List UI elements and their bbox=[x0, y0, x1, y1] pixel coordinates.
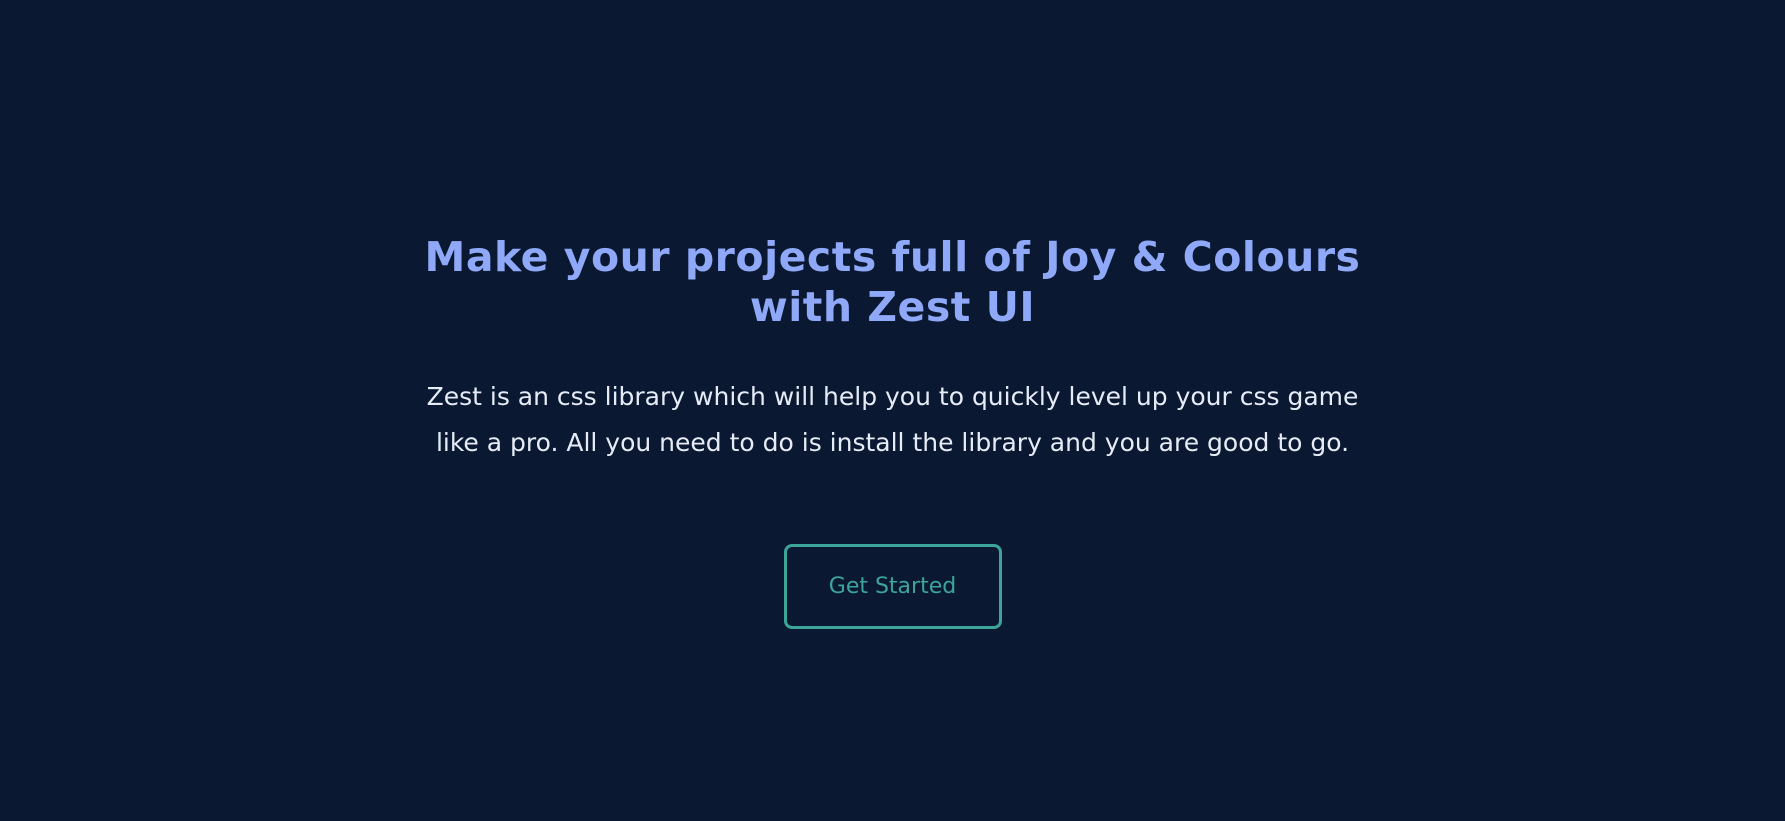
hero-description: Zest is an css library which will help y… bbox=[426, 382, 1359, 457]
hero-title: Make your projects full of Joy & Colours… bbox=[424, 233, 1361, 331]
get-started-button[interactable]: Get Started bbox=[783, 544, 1002, 629]
hero-section: Make your projects full of Joy & Colours… bbox=[0, 0, 1785, 821]
